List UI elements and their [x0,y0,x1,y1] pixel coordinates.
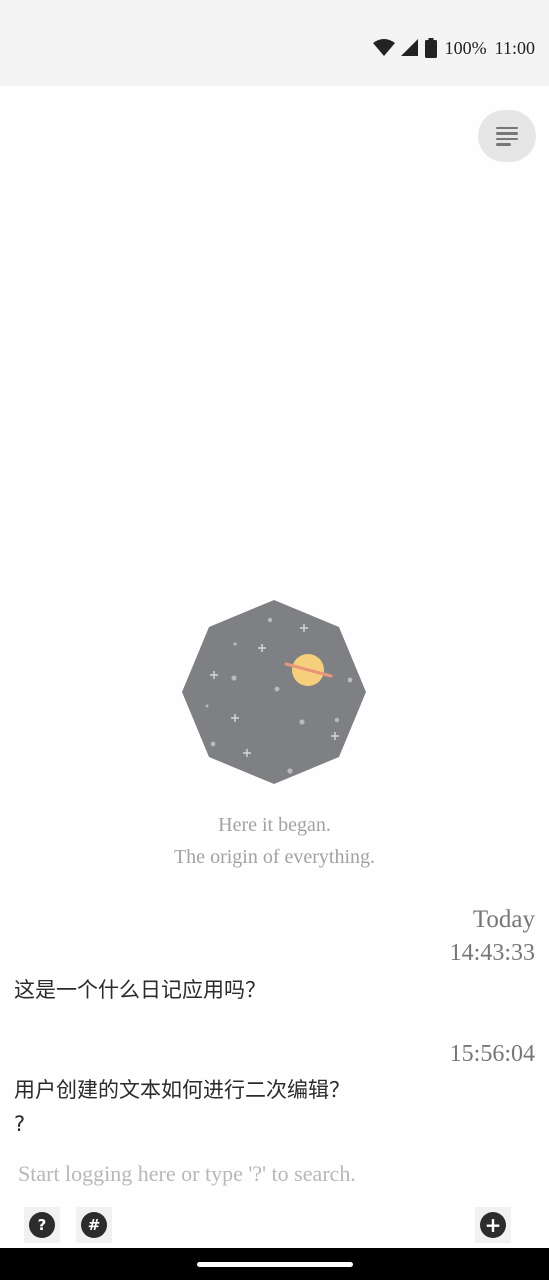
plus-icon: + [480,1212,506,1238]
signal-icon [400,39,419,57]
home-handle[interactable] [197,1262,353,1267]
log-entry[interactable]: 这是一个什么日记应用吗？ [14,973,266,1007]
menu-button[interactable] [478,110,536,162]
entry-text-line: 用户创建的文本如何进行二次编辑？ [14,1078,350,1102]
status-icons: 100% 11:00 [372,36,535,60]
wifi-icon [372,39,395,57]
status-bar: 100% 11:00 [0,0,549,86]
log-entry[interactable]: 用户创建的文本如何进行二次编辑？ ? [14,1073,350,1141]
entry-text-line: 这是一个什么日记应用吗？ [14,978,266,1002]
hero-subtitle: The origin of everything. [173,846,376,868]
space-illustration [180,598,368,786]
navigation-bar [0,1248,549,1280]
battery-level: 100% [444,37,487,58]
entry-timestamp: 15:56:04 [449,1041,535,1067]
date-label: Today [472,906,535,933]
log-input[interactable] [10,1154,546,1194]
menu-icon [496,124,518,149]
hero-title: Here it began. [218,814,331,836]
add-button[interactable]: + [475,1207,511,1243]
tag-button[interactable]: # [76,1207,112,1243]
clock: 11:00 [494,37,535,58]
hashtag-icon: # [81,1212,107,1238]
entry-timestamp: 14:43:33 [449,940,535,966]
help-button[interactable]: ? [24,1207,60,1243]
battery-icon [424,38,437,58]
octagon-shape [182,600,366,784]
help-icon: ? [29,1212,55,1238]
entry-text-line: ? [14,1112,26,1136]
